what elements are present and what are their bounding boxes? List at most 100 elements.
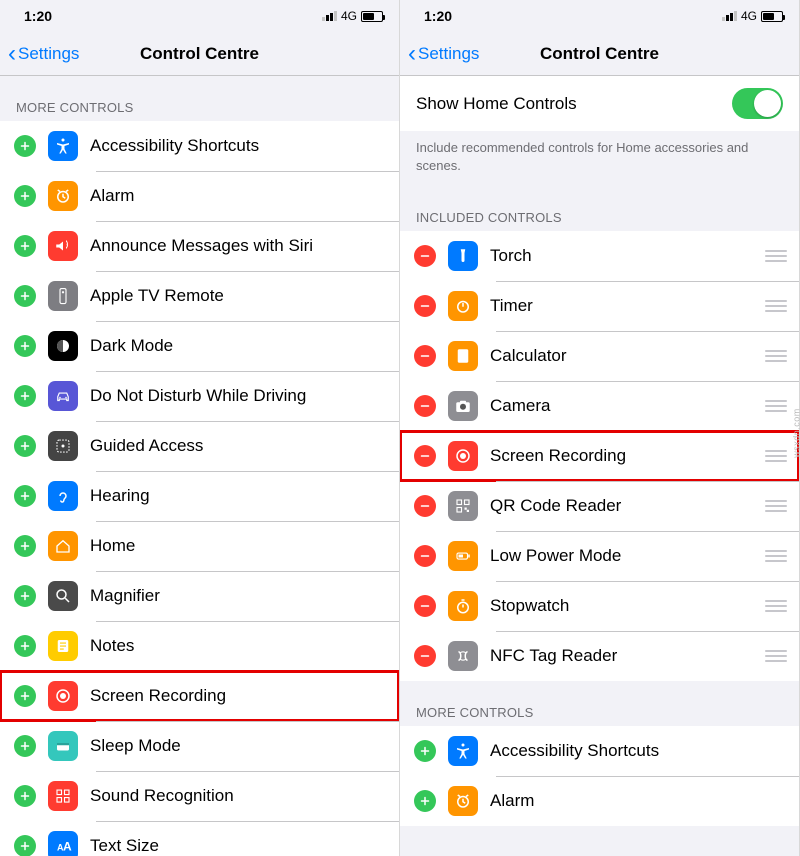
control-row[interactable]: AAText Size [0, 821, 399, 856]
control-row[interactable]: Alarm [0, 171, 399, 221]
control-row[interactable]: Home [0, 521, 399, 571]
remove-button[interactable] [414, 495, 436, 517]
add-button[interactable] [14, 135, 36, 157]
back-button[interactable]: ‹ Settings [408, 42, 479, 66]
phone-right: 1:20 4G ‹ Settings Control Centre Show H… [400, 0, 800, 856]
add-button[interactable] [14, 585, 36, 607]
drag-handle-icon[interactable] [765, 350, 787, 362]
control-label: Sound Recognition [90, 786, 387, 806]
add-button[interactable] [414, 740, 436, 762]
content-left: MORE CONTROLS Accessibility Shortcuts Ala… [0, 76, 399, 856]
add-button[interactable] [14, 485, 36, 507]
control-label: Torch [490, 246, 757, 266]
control-row[interactable]: QR Code Reader [400, 481, 799, 531]
more-controls-header: MORE CONTROLS [0, 76, 399, 121]
control-row[interactable]: Magnifier [0, 571, 399, 621]
control-row[interactable]: Dark Mode [0, 321, 399, 371]
control-row[interactable]: Apple TV Remote [0, 271, 399, 321]
control-row[interactable]: Stopwatch [400, 581, 799, 631]
show-home-controls-label: Show Home Controls [416, 94, 732, 114]
control-row[interactable]: Screen Recording [0, 671, 399, 721]
remove-button[interactable] [414, 345, 436, 367]
add-button[interactable] [14, 635, 36, 657]
control-row[interactable]: NFC Tag Reader [400, 631, 799, 681]
add-button[interactable] [14, 185, 36, 207]
back-label: Settings [18, 44, 79, 64]
control-row[interactable]: Guided Access [0, 421, 399, 471]
control-row[interactable]: Torch [400, 231, 799, 281]
remove-button[interactable] [414, 595, 436, 617]
camera-icon [448, 391, 478, 421]
add-button[interactable] [14, 435, 36, 457]
add-button[interactable] [14, 735, 36, 757]
magnifier-icon [48, 581, 78, 611]
add-button[interactable] [14, 385, 36, 407]
control-row[interactable]: Alarm [400, 776, 799, 826]
control-row[interactable]: Low Power Mode [400, 531, 799, 581]
control-row[interactable]: Notes [0, 621, 399, 671]
remove-button[interactable] [414, 445, 436, 467]
control-label: Accessibility Shortcuts [490, 741, 787, 761]
control-row[interactable]: Screen Recording [400, 431, 799, 481]
control-label: Alarm [490, 791, 787, 811]
drag-handle-icon[interactable] [765, 400, 787, 412]
remove-button[interactable] [414, 645, 436, 667]
drag-handle-icon[interactable] [765, 650, 787, 662]
stopwatch-icon [448, 591, 478, 621]
control-row[interactable]: Accessibility Shortcuts [0, 121, 399, 171]
add-button[interactable] [14, 835, 36, 856]
remove-button[interactable] [414, 395, 436, 417]
show-home-controls-toggle[interactable] [732, 88, 783, 119]
timer-icon [448, 291, 478, 321]
status-bar: 1:20 4G [400, 0, 799, 32]
show-home-footer: Include recommended controls for Home ac… [400, 131, 799, 186]
add-button[interactable] [14, 785, 36, 807]
control-label: Dark Mode [90, 336, 387, 356]
control-row[interactable]: Announce Messages with Siri [0, 221, 399, 271]
battery-icon [761, 11, 783, 22]
control-label: Notes [90, 636, 387, 656]
add-button[interactable] [14, 235, 36, 257]
control-row[interactable]: Accessibility Shortcuts [400, 726, 799, 776]
remove-button[interactable] [414, 295, 436, 317]
phone-left: 1:20 4G ‹ Settings Control Centre MORE C… [0, 0, 400, 856]
record-icon [448, 441, 478, 471]
control-row[interactable]: Do Not Disturb While Driving [0, 371, 399, 421]
control-row[interactable]: Sound Recognition [0, 771, 399, 821]
add-button[interactable] [14, 685, 36, 707]
control-row[interactable]: Hearing [0, 471, 399, 521]
ear-icon [48, 481, 78, 511]
battery-icon [361, 11, 383, 22]
control-row[interactable]: Camera [400, 381, 799, 431]
remove-button[interactable] [414, 545, 436, 567]
control-label: NFC Tag Reader [490, 646, 757, 666]
calc-icon [448, 341, 478, 371]
nav-bar: ‹ Settings Control Centre [0, 32, 399, 76]
remove-button[interactable] [414, 245, 436, 267]
control-row[interactable]: Calculator [400, 331, 799, 381]
signal-icon [722, 11, 737, 21]
drag-handle-icon[interactable] [765, 550, 787, 562]
control-label: Guided Access [90, 436, 387, 456]
drag-handle-icon[interactable] [765, 250, 787, 262]
add-button[interactable] [14, 335, 36, 357]
control-label: Accessibility Shortcuts [90, 136, 387, 156]
drag-handle-icon[interactable] [765, 600, 787, 612]
back-button[interactable]: ‹ Settings [8, 42, 79, 66]
control-label: Announce Messages with Siri [90, 236, 387, 256]
add-button[interactable] [14, 285, 36, 307]
notes-icon [48, 631, 78, 661]
show-home-controls-row[interactable]: Show Home Controls [400, 76, 799, 131]
drag-handle-icon[interactable] [765, 500, 787, 512]
add-button[interactable] [14, 535, 36, 557]
control-label: Stopwatch [490, 596, 757, 616]
drag-handle-icon[interactable] [765, 450, 787, 462]
status-network: 4G [341, 9, 357, 23]
control-label: Alarm [90, 186, 387, 206]
control-row[interactable]: Timer [400, 281, 799, 331]
chevron-left-icon: ‹ [8, 42, 16, 66]
drag-handle-icon[interactable] [765, 300, 787, 312]
control-row[interactable]: Sleep Mode [0, 721, 399, 771]
accessibility-icon [48, 131, 78, 161]
add-button[interactable] [414, 790, 436, 812]
